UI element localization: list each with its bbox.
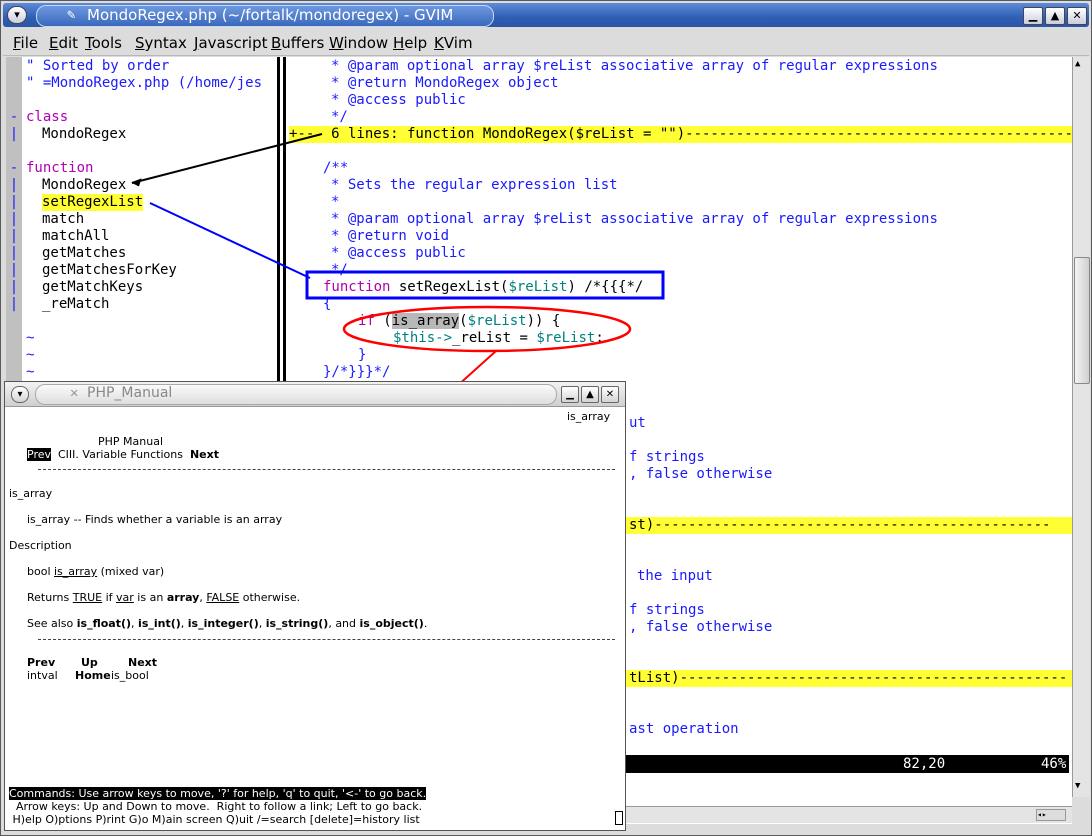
manual-menu-button[interactable]: ▾ [11,386,29,403]
manual-maximize-button[interactable]: ▲ [581,386,599,403]
array-text: array [166,591,200,604]
func-description: is_array -- Finds whether a variable is … [27,513,283,526]
annotation-black-line [131,133,323,184]
lynx-commands: Commands: Use arrow keys to move, '?' fo… [9,787,427,800]
see-is-integer-link[interactable]: is_integer() [188,617,259,630]
false-link[interactable]: FALSE [206,591,239,604]
footer-home-link[interactable]: Home [75,669,111,682]
description-label: Description [9,539,72,552]
manual-body[interactable]: is_array PHP Manual Prev CIII. Variable … [5,407,625,830]
footer-intval-link[interactable]: intval [27,669,58,682]
lynx-options: H)elp O)ptions P)rint G)o M)ain screen Q… [9,813,420,826]
annotation-blue-box [305,270,665,300]
annotation-red-ellipse [342,305,632,353]
manual-page-id: is_array [567,410,611,423]
see-is-float-link[interactable]: is_float() [77,617,131,630]
annotation-black-arrow [131,178,142,187]
manual-nav: Prev CIII. Variable Functions Next [27,448,219,461]
text-cursor [615,811,623,825]
footer-next-label: Next [128,656,158,669]
true-link[interactable]: TRUE [73,591,102,604]
return-desc: Returns TRUE if var is an array, FALSE o… [27,591,300,604]
nav-prev-link[interactable]: Prev [27,448,51,461]
annotation-blue-line [149,202,311,279]
signature: bool is_array (mixed var) [27,565,164,578]
nav-section: CIII. Variable Functions [58,448,183,461]
manual-header: PHP Manual [98,435,164,448]
manual-title-bar: ▾ ✕ PHP_Manual ▁ ▲ ✕ [5,382,625,407]
text: if [102,591,117,604]
func-heading: is_array [9,487,53,500]
footer-isbool-link[interactable]: is_bool [111,669,149,682]
see-is-int-link[interactable]: is_int() [138,617,181,630]
see-also: See also is_float(), is_int(), is_intege… [27,617,428,630]
see-is-object-link[interactable]: is_object() [360,617,424,630]
text: Returns [27,591,73,604]
manual-title: PHP_Manual [87,385,173,401]
divider [38,639,615,640]
footer-prev-label: Prev [27,656,56,669]
nav-next-link[interactable]: Next [190,448,219,461]
text: , and [328,617,360,630]
sig-name[interactable]: is_array [54,565,97,578]
php-manual-window: ▾ ✕ PHP_Manual ▁ ▲ ✕ is_array PHP Manual… [4,381,626,831]
manual-close-button[interactable]: ✕ [601,386,619,403]
sig-type: bool [27,565,54,578]
manual-minimize-button[interactable]: ▁ [561,386,579,403]
text: is an [133,591,167,604]
sig-args: (mixed var) [97,565,165,578]
see-is-string-link[interactable]: is_string() [266,617,329,630]
text: See also [27,617,77,630]
footer-up-label: Up [81,656,98,669]
var-link[interactable]: var [116,591,134,604]
text: otherwise. [239,591,301,604]
x-app-icon: ✕ [70,385,79,401]
divider [38,469,615,470]
lynx-keys: Arrow keys: Up and Down to move. Right t… [9,800,423,813]
